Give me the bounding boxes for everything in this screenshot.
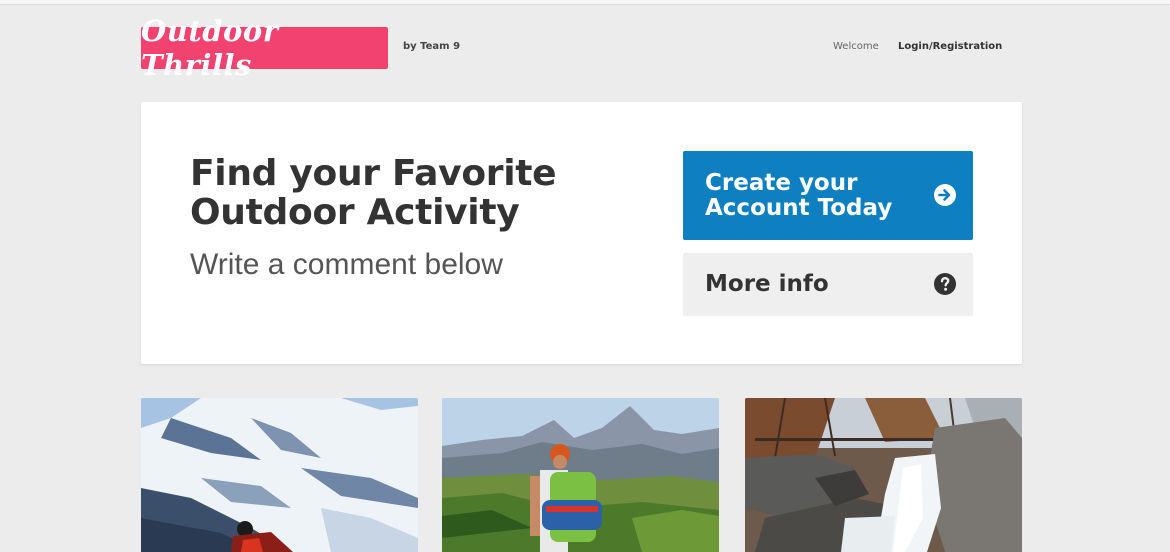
snowy-mountain-climber-photo: [141, 398, 418, 552]
byline: by Team 9: [403, 41, 461, 52]
nav-welcome-link[interactable]: Welcome: [833, 41, 879, 52]
activity-card-hiking[interactable]: [442, 398, 719, 552]
create-account-label: Create your Account Today: [705, 170, 893, 221]
logo-text: Outdoor Thrills: [141, 14, 279, 82]
activity-card-waterfall[interactable]: [745, 398, 1022, 552]
hero-title: Find your Favorite Outdoor Activity: [190, 153, 557, 233]
more-info-button[interactable]: More info: [683, 253, 973, 316]
activity-card-snow-climb[interactable]: [141, 398, 418, 552]
nav-login-registration-link[interactable]: Login/Registration: [898, 41, 1002, 52]
site-logo[interactable]: Outdoor Thrills: [141, 14, 388, 82]
arrow-right-circle-icon: [934, 184, 956, 206]
hiker-with-backpack-mountains-photo: [442, 398, 719, 552]
question-circle-icon: [934, 273, 956, 295]
create-account-button[interactable]: Create your Account Today: [683, 151, 973, 240]
more-info-label: More info: [705, 271, 829, 297]
hero-subtitle: Write a comment below: [190, 248, 503, 281]
hero-panel: Find your Favorite Outdoor Activity Writ…: [141, 102, 1022, 364]
browser-top-edge: [0, 0, 1170, 5]
waterfall-rocks-forest-photo: [745, 398, 1022, 552]
